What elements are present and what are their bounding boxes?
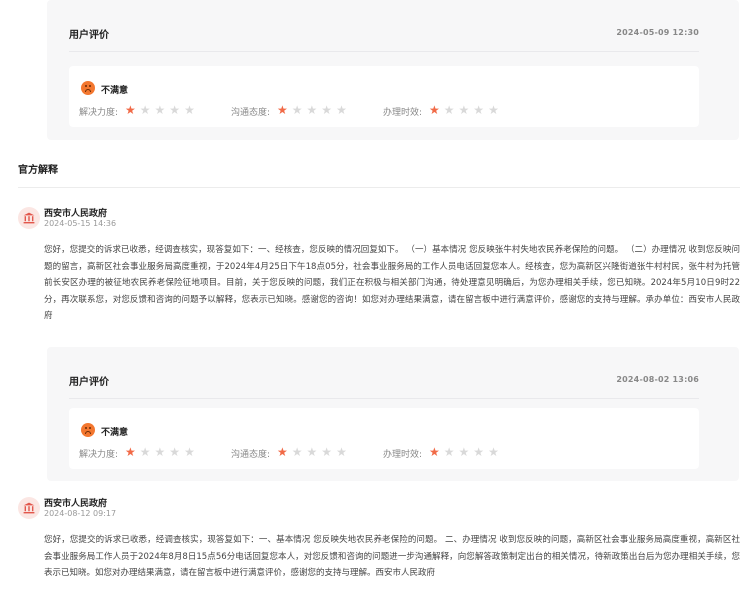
rating-label: 解决力度: [79, 450, 119, 460]
evaluation-date: 2024-05-09 12:30 [616, 28, 699, 37]
star-empty-icon: ★ [184, 103, 199, 117]
star-rating: ★★★★★ [125, 103, 199, 117]
avatar [18, 207, 40, 229]
star-empty-icon: ★ [473, 103, 489, 117]
star-filled-icon: ★ [429, 103, 444, 117]
reply-text: 您好，您提交的诉求已收悉，经调查核实，现答复如下：一、经核查，您反映的情况回复如… [44, 245, 740, 321]
sad-face-icon [81, 423, 95, 437]
star-empty-icon: ★ [321, 103, 337, 117]
star-empty-icon: ★ [291, 445, 307, 459]
star-empty-icon: ★ [458, 445, 474, 459]
evaluation-date: 2024-08-02 13:06 [616, 375, 699, 384]
star-rating: ★★★★★ [125, 445, 199, 459]
evaluation-title: 用户评价 [69, 377, 109, 388]
star-empty-icon: ★ [488, 103, 503, 117]
official-reply: 西安市人民政府 2024-05-15 14:36 您好，您提交的诉求已收悉，经调… [18, 204, 740, 344]
star-rating: ★★★★★ [277, 445, 351, 459]
star-rating: ★★★★★ [429, 103, 503, 117]
star-empty-icon: ★ [488, 445, 503, 459]
satisfaction-label: 不满意 [101, 428, 129, 438]
star-filled-icon: ★ [429, 445, 444, 459]
evaluation-detail: 不满意 解决力度: ★★★★★ 沟通态度: ★★★★★ 办理时效: ★★★★★ [69, 408, 699, 469]
star-empty-icon: ★ [169, 103, 185, 117]
star-empty-icon: ★ [306, 103, 322, 117]
star-empty-icon: ★ [443, 445, 459, 459]
evaluation-header: 用户评价 2024-08-02 13:06 [69, 347, 699, 399]
star-empty-icon: ★ [184, 445, 199, 459]
star-empty-icon: ★ [291, 103, 307, 117]
divider [18, 187, 740, 188]
star-empty-icon: ★ [154, 445, 170, 459]
star-empty-icon: ★ [458, 103, 474, 117]
reply-organization: 西安市人民政府 [44, 209, 108, 219]
star-empty-icon: ★ [336, 445, 351, 459]
star-filled-icon: ★ [125, 103, 140, 117]
satisfaction-label: 不满意 [101, 86, 129, 96]
star-empty-icon: ★ [154, 103, 170, 117]
user-evaluation-card: 用户评价 2024-08-02 13:06 不满意 解决力度: ★★★★★ 沟通… [47, 347, 739, 481]
star-empty-icon: ★ [306, 445, 322, 459]
official-reply: 西安市人民政府 2024-08-12 09:17 您好，您提交的诉求已收悉，经调… [18, 494, 740, 590]
star-empty-icon: ★ [139, 445, 155, 459]
rating-label: 沟通态度: [231, 450, 271, 460]
evaluation-title: 用户评价 [69, 30, 109, 41]
sad-face-icon [81, 81, 95, 95]
avatar [18, 497, 40, 519]
rating-label: 解决力度: [79, 108, 119, 118]
reply-organization: 西安市人民政府 [44, 499, 108, 509]
star-empty-icon: ★ [336, 103, 351, 117]
star-empty-icon: ★ [443, 103, 459, 117]
bank-icon [23, 212, 35, 224]
star-filled-icon: ★ [277, 445, 292, 459]
star-filled-icon: ★ [277, 103, 292, 117]
reply-text: 您好，您提交的诉求已收悉，经调查核实，现答复如下：一、基本情况 您反映失地农民养… [44, 535, 740, 578]
star-empty-icon: ★ [321, 445, 337, 459]
star-rating: ★★★★★ [277, 103, 351, 117]
evaluation-detail: 不满意 解决力度: ★★★★★ 沟通态度: ★★★★★ 办理时效: ★★★★★ [69, 66, 699, 127]
rating-label: 办理时效: [383, 450, 423, 460]
user-evaluation-card: 用户评价 2024-05-09 12:30 不满意 解决力度: ★★★★★ 沟通… [47, 0, 739, 140]
star-rating: ★★★★★ [429, 445, 503, 459]
rating-label: 沟通态度: [231, 108, 271, 118]
reply-date: 2024-05-15 14:36 [44, 219, 117, 228]
rating-label: 办理时效: [383, 108, 423, 118]
star-empty-icon: ★ [473, 445, 489, 459]
star-filled-icon: ★ [125, 445, 140, 459]
evaluation-header: 用户评价 2024-05-09 12:30 [69, 0, 699, 52]
section-title: 官方解释 [18, 165, 58, 176]
star-empty-icon: ★ [139, 103, 155, 117]
reply-date: 2024-08-12 09:17 [44, 509, 117, 518]
star-empty-icon: ★ [169, 445, 185, 459]
bank-icon [23, 502, 35, 514]
